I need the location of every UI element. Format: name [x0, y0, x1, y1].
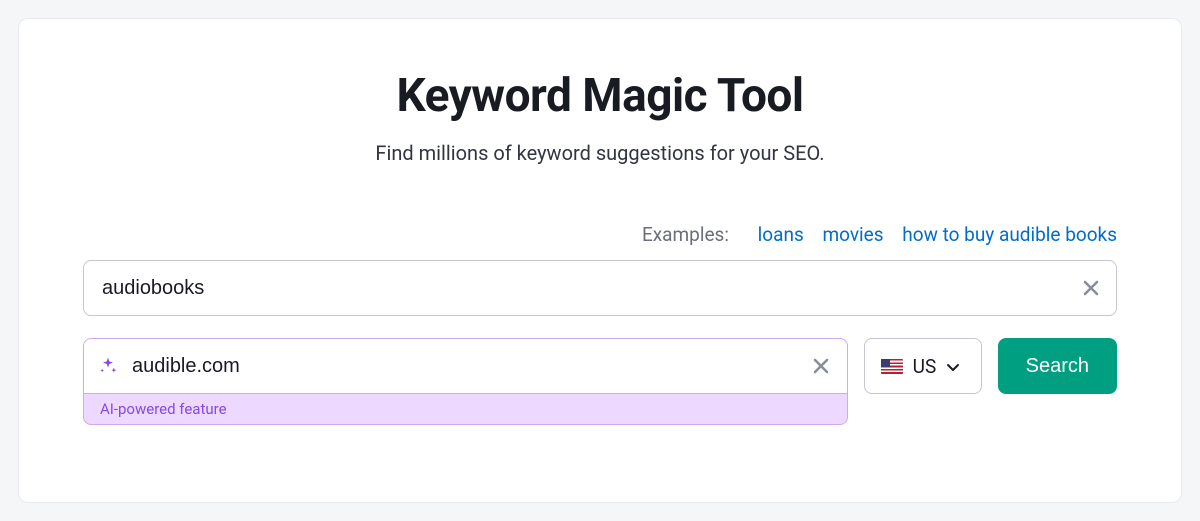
- page-subtitle: Find millions of keyword suggestions for…: [83, 141, 1117, 165]
- examples-label: Examples:: [642, 223, 729, 246]
- clear-keyword-icon[interactable]: [1081, 278, 1101, 298]
- second-row: AI-powered feature US Search: [83, 338, 1117, 425]
- page-title: Keyword Magic Tool: [83, 69, 1117, 123]
- domain-field-box: [83, 338, 848, 394]
- sparkle-icon: [98, 356, 118, 376]
- examples-row: Examples: loans movies how to buy audibl…: [83, 223, 1117, 246]
- ai-feature-badge: AI-powered feature: [83, 394, 848, 425]
- search-button[interactable]: Search: [998, 338, 1117, 394]
- keyword-input[interactable]: [83, 260, 1117, 316]
- country-code: US: [913, 355, 937, 378]
- country-selector[interactable]: US: [864, 338, 982, 394]
- example-link-audible-books[interactable]: how to buy audible books: [902, 223, 1117, 246]
- chevron-down-icon: [946, 359, 960, 373]
- example-link-movies[interactable]: movies: [822, 223, 883, 246]
- tool-card: Keyword Magic Tool Find millions of keyw…: [18, 18, 1182, 503]
- clear-domain-icon[interactable]: [811, 356, 831, 376]
- domain-input-wrapper: AI-powered feature: [83, 338, 848, 425]
- keyword-input-wrapper: [83, 260, 1117, 316]
- example-link-loans[interactable]: loans: [758, 223, 804, 246]
- flag-us-icon: [881, 359, 903, 374]
- domain-input[interactable]: [132, 355, 797, 378]
